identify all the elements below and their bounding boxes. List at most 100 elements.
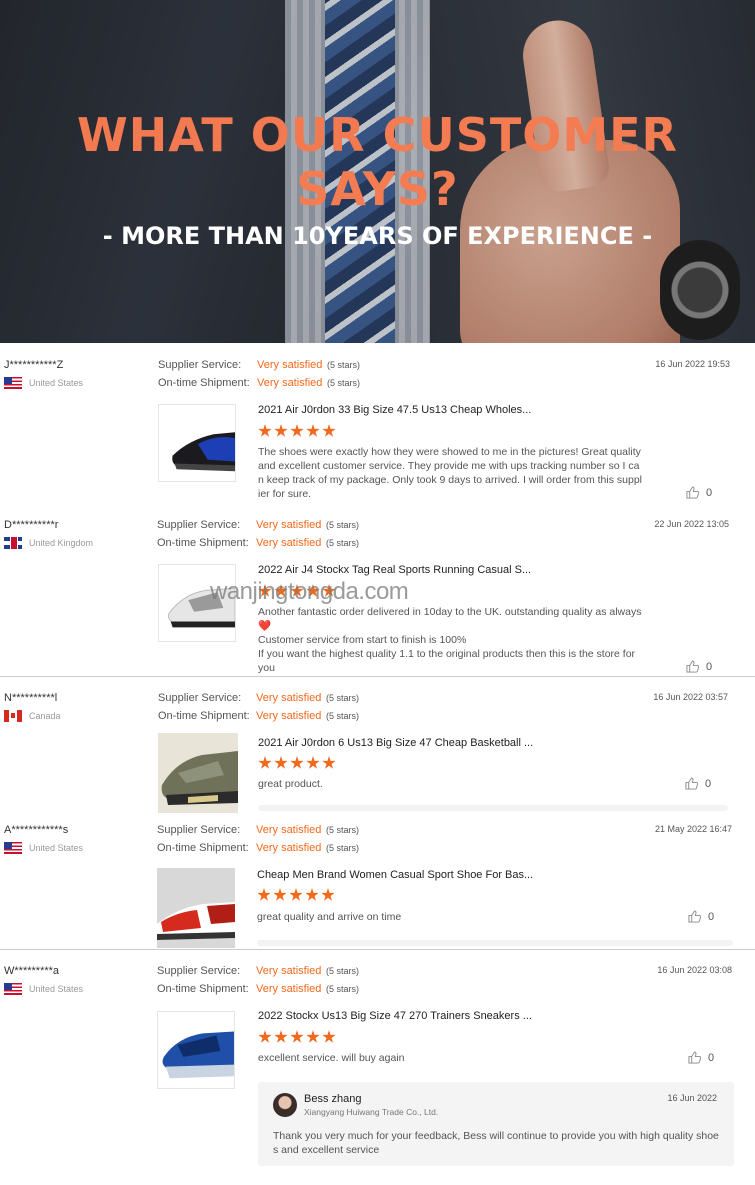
reviewer-country: United States bbox=[4, 842, 83, 854]
like-button[interactable]: 0 bbox=[686, 486, 712, 499]
supplier-service-stars: (5 stars) bbox=[327, 360, 361, 370]
product-title-link[interactable]: 2021 Air J0rdon 33 Big Size 47.5 Us13 Ch… bbox=[258, 404, 531, 416]
shipment-label: On-time Shipment: bbox=[158, 377, 250, 389]
flag-us-icon bbox=[4, 842, 22, 854]
shipment-rating: Very satisfied bbox=[256, 842, 322, 854]
sneaker-red-white-icon bbox=[157, 868, 235, 948]
shipment-stars: (5 stars) bbox=[326, 711, 360, 721]
star-icon bbox=[322, 424, 336, 437]
star-icon bbox=[258, 756, 272, 769]
supplier-service-rating: Very satisfied bbox=[256, 692, 322, 704]
supplier-service-label: Supplier Service: bbox=[158, 359, 242, 371]
review-date: 21 May 2022 16:47 bbox=[654, 824, 732, 834]
shipment-rating: Very satisfied bbox=[256, 710, 322, 722]
product-thumbnail[interactable] bbox=[158, 404, 236, 482]
review-comment: Another fantastic order delivered in 10d… bbox=[258, 606, 642, 674]
like-button[interactable]: 0 bbox=[686, 660, 712, 673]
supplier-service-stars: (5 stars) bbox=[326, 520, 360, 530]
shipment-stars: (5 stars) bbox=[326, 984, 360, 994]
thumbs-up-icon bbox=[685, 777, 698, 790]
sneaker-black-blue-icon bbox=[159, 405, 235, 481]
star-icon bbox=[289, 888, 303, 901]
review-date: 16 Jun 2022 19:53 bbox=[655, 359, 730, 369]
shipment-stars: (5 stars) bbox=[326, 843, 360, 853]
supplier-service-stars: (5 stars) bbox=[326, 825, 360, 835]
supplier-service-stars: (5 stars) bbox=[326, 693, 360, 703]
star-icon bbox=[290, 1030, 304, 1043]
rating-stars bbox=[258, 756, 336, 770]
star-icon bbox=[290, 756, 304, 769]
watermark: wanjingtongda.com bbox=[210, 578, 409, 605]
review-date: 16 Jun 2022 03:57 bbox=[653, 692, 728, 702]
reviewer-name: W*********a bbox=[4, 965, 60, 977]
shipment-label: On-time Shipment: bbox=[157, 842, 249, 854]
sneaker-olive-icon bbox=[158, 733, 238, 813]
reviewer-country: United Kingdom bbox=[4, 537, 93, 549]
like-button[interactable]: 0 bbox=[688, 1051, 714, 1064]
reply-date: 16 Jun 2022 bbox=[667, 1093, 717, 1103]
shipment-stars: (5 stars) bbox=[326, 538, 360, 548]
shipment-rating: Very satisfied bbox=[256, 537, 322, 549]
supplier-service-label: Supplier Service: bbox=[157, 824, 241, 836]
reviewer-country: United States bbox=[4, 983, 83, 995]
review-comment: great product. bbox=[258, 778, 323, 790]
reply-text: Thank you very much for your feedback, B… bbox=[273, 1130, 719, 1156]
review-card: J***********Z United States Supplier Ser… bbox=[0, 359, 755, 514]
supplier-service-rating: Very satisfied bbox=[257, 359, 323, 371]
shipment-stars: (5 stars) bbox=[327, 378, 361, 388]
flag-canada-icon bbox=[4, 710, 22, 722]
review-date: 16 Jun 2022 03:08 bbox=[657, 965, 732, 975]
review-comment: The shoes were exactly how they were sho… bbox=[258, 446, 642, 500]
thumbs-up-icon bbox=[686, 660, 699, 673]
star-icon bbox=[306, 1030, 320, 1043]
star-icon bbox=[258, 424, 272, 437]
sneaker-blue-icon bbox=[158, 1012, 234, 1088]
flag-uk-icon bbox=[4, 537, 22, 549]
flag-us-icon bbox=[4, 377, 22, 389]
product-title-link[interactable]: 2021 Air J0rdon 6 Us13 Big Size 47 Cheap… bbox=[258, 737, 533, 749]
reply-author-name: Bess zhang bbox=[304, 1093, 362, 1105]
review-card: A************s United States Supplier Se… bbox=[0, 824, 755, 950]
star-icon bbox=[274, 756, 288, 769]
review-comment: excellent service. will buy again bbox=[258, 1052, 405, 1064]
star-icon bbox=[322, 1030, 336, 1043]
product-thumbnail[interactable] bbox=[158, 733, 238, 813]
thumbs-up-icon bbox=[688, 1051, 701, 1064]
like-button[interactable]: 0 bbox=[688, 910, 714, 923]
product-title-link[interactable]: 2022 Stockx Us13 Big Size 47 270 Trainer… bbox=[258, 1010, 532, 1022]
rating-stars bbox=[258, 1030, 336, 1044]
supplier-service-label: Supplier Service: bbox=[158, 692, 242, 704]
hero-banner: WHAT OUR CUSTOMER SAYS? - MORE THAN 10YE… bbox=[0, 0, 755, 343]
product-thumbnail[interactable] bbox=[157, 1011, 235, 1089]
review-date: 22 Jun 2022 13:05 bbox=[654, 519, 729, 529]
divider bbox=[257, 940, 733, 946]
star-icon bbox=[322, 756, 336, 769]
reviewer-name: A************s bbox=[4, 824, 69, 836]
reviewer-country: Canada bbox=[4, 710, 61, 722]
rating-stars bbox=[258, 424, 336, 438]
shipment-rating: Very satisfied bbox=[257, 377, 323, 389]
star-icon bbox=[290, 424, 304, 437]
hero-title: WHAT OUR CUSTOMER SAYS? bbox=[77, 108, 678, 216]
hero-subtitle: - MORE THAN 10YEARS OF EXPERIENCE - bbox=[102, 222, 653, 250]
product-title-link[interactable]: Cheap Men Brand Women Casual Sport Shoe … bbox=[257, 869, 533, 881]
supplier-service-stars: (5 stars) bbox=[326, 966, 360, 976]
product-thumbnail[interactable] bbox=[157, 868, 235, 948]
star-icon bbox=[258, 1030, 272, 1043]
reviewer-name: N**********l bbox=[4, 692, 58, 704]
supplier-service-rating: Very satisfied bbox=[256, 824, 322, 836]
shipment-label: On-time Shipment: bbox=[157, 537, 249, 549]
supplier-service-rating: Very satisfied bbox=[256, 965, 322, 977]
star-icon bbox=[274, 1030, 288, 1043]
product-title-link[interactable]: 2022 Air J4 Stockx Tag Real Sports Runni… bbox=[258, 564, 531, 576]
seller-reply: Bess zhang Xiangyang Huiwang Trade Co., … bbox=[258, 1082, 734, 1166]
star-icon bbox=[321, 888, 335, 901]
flag-us-icon bbox=[4, 983, 22, 995]
star-icon bbox=[305, 888, 319, 901]
like-button[interactable]: 0 bbox=[685, 777, 711, 790]
shipment-rating: Very satisfied bbox=[256, 983, 322, 995]
review-card: N**********l Canada Supplier Service: Ve… bbox=[0, 692, 755, 813]
divider bbox=[258, 805, 728, 811]
star-icon bbox=[273, 888, 287, 901]
supplier-service-rating: Very satisfied bbox=[256, 519, 322, 531]
